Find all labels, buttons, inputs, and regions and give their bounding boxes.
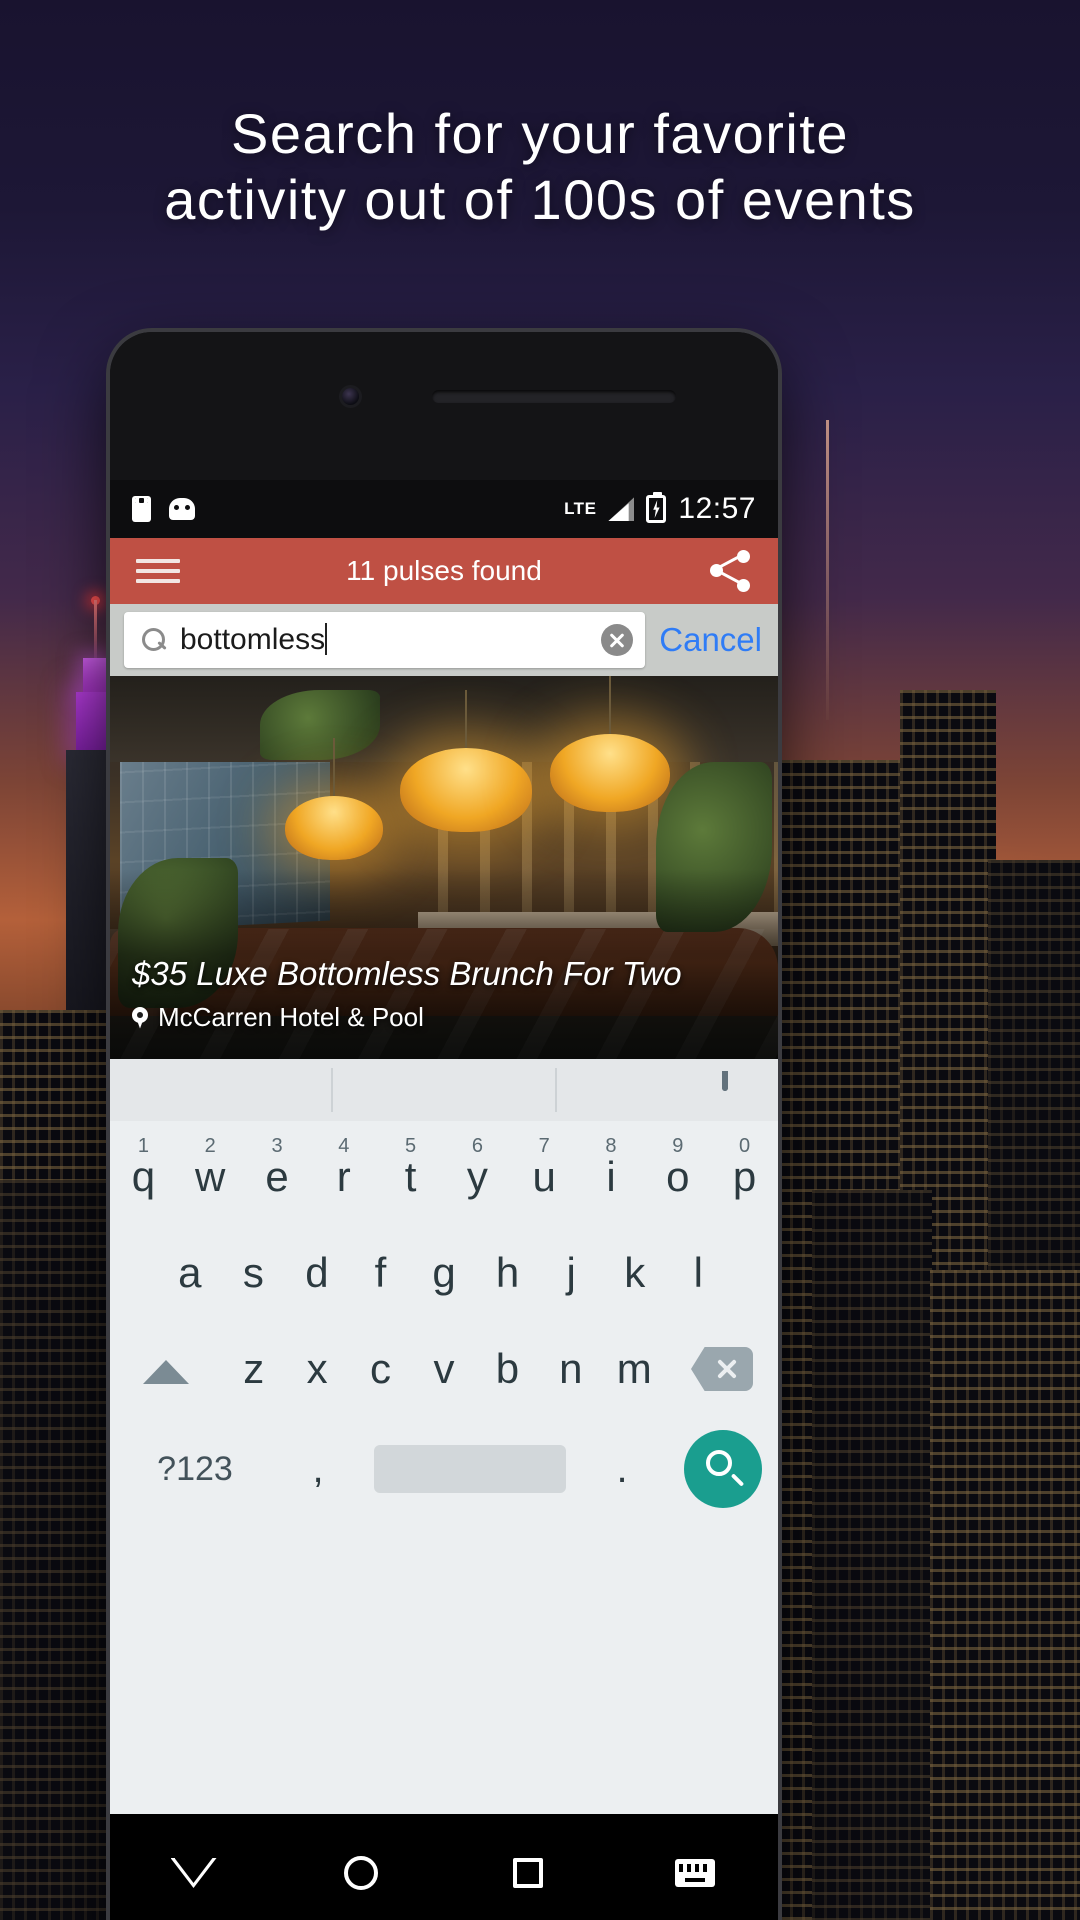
headline-line-1: Search for your favorite [230,102,850,165]
antenna-mast [826,420,829,720]
text-caret [325,623,328,655]
backspace-key-icon[interactable] [666,1347,778,1391]
key-q[interactable]: 1q [110,1135,177,1201]
city-block [812,1190,932,1920]
network-type-label: LTE [564,499,597,518]
home-circle-icon[interactable] [277,1856,444,1890]
key-y[interactable]: 6y [444,1135,511,1201]
key-d[interactable]: d [285,1249,349,1297]
key-f[interactable]: f [349,1249,413,1297]
app-screen: 11 pulses found bottomless Cancel $35 Lu… [110,538,778,1814]
key-number-hint: 3 [271,1135,283,1157]
search-input[interactable]: bottomless [124,612,646,668]
phone-bezel-top [110,332,778,480]
magnifier-icon [142,628,166,652]
android-robot-icon [169,498,195,520]
battery-charging-icon [646,492,667,523]
key-number-hint: 0 [739,1135,751,1157]
key-w[interactable]: 2w [177,1135,244,1201]
key-number-hint: 7 [538,1135,550,1157]
microphone-icon[interactable] [722,1071,748,1109]
event-result-card[interactable]: $35 Luxe Bottomless Brunch For Two McCar… [110,676,778,1059]
key-number-hint: 8 [605,1135,617,1157]
key-t[interactable]: 5t [377,1135,444,1201]
keyboard-row-3: zxcvbnm [110,1321,778,1417]
key-m[interactable]: m [603,1345,666,1393]
space-key[interactable] [374,1445,566,1493]
status-bar: LTE 12:57 [110,480,778,538]
key-e[interactable]: 3e [244,1135,311,1201]
promo-headline: Search for your favorite activity out of… [0,104,1080,230]
search-input-value: bottomless [180,623,326,656]
back-triangle-icon[interactable] [110,1858,277,1888]
city-block [0,1180,118,1920]
key-c[interactable]: c [349,1345,412,1393]
search-key-icon[interactable] [684,1430,762,1508]
key-number-hint: 4 [338,1135,350,1157]
clear-circle-icon[interactable] [601,624,634,656]
key-k[interactable]: k [603,1249,667,1297]
key-i[interactable]: 8i [578,1135,645,1201]
key-p[interactable]: 0p [711,1135,778,1201]
keyboard-row-2: asdfghjkl [110,1225,778,1321]
signal-bars-icon [608,497,635,521]
hide-keyboard-icon[interactable] [611,1859,778,1887]
headline-line-2: activity out of 100s of events [164,167,916,231]
key-r[interactable]: 4r [310,1135,377,1201]
period-key[interactable]: . [574,1447,670,1492]
key-u[interactable]: 7u [511,1135,578,1201]
key-number-hint: 9 [672,1135,684,1157]
share-icon[interactable] [708,549,752,593]
shift-key-icon[interactable] [110,1343,222,1395]
android-nav-bar [110,1814,778,1920]
key-b[interactable]: b [476,1345,539,1393]
on-screen-keyboard: 1q2w3e4r5t6y7u8i9o0p asdfghjkl zxcvbnm ?… [110,1059,778,1814]
recents-square-icon[interactable] [444,1858,611,1888]
key-s[interactable]: s [222,1249,286,1297]
map-pin-icon [132,1006,148,1029]
key-x[interactable]: x [285,1345,348,1393]
sim-card-icon [132,496,151,522]
key-number-hint: 6 [471,1135,483,1157]
event-title: $35 Luxe Bottomless Brunch For Two [132,954,682,992]
key-number-hint: 1 [137,1135,149,1157]
key-g[interactable]: g [412,1249,476,1297]
event-venue-label: McCarren Hotel & Pool [158,1002,424,1032]
phone-mockup: LTE 12:57 11 pulses found bottomless Can… [110,332,778,1920]
earpiece-speaker [432,390,676,403]
app-toolbar: 11 pulses found [110,538,778,604]
key-number-hint: 2 [204,1135,216,1157]
key-j[interactable]: j [539,1249,603,1297]
key-a[interactable]: a [158,1249,222,1297]
cancel-button[interactable]: Cancel [655,621,768,659]
key-o[interactable]: 9o [644,1135,711,1201]
city-block [930,1270,1080,1920]
key-v[interactable]: v [412,1345,475,1393]
comma-key[interactable]: , [270,1447,366,1492]
symbols-key[interactable]: ?123 [120,1450,270,1489]
event-venue-row: McCarren Hotel & Pool [132,1002,762,1033]
key-z[interactable]: z [222,1345,285,1393]
key-number-hint: 5 [405,1135,417,1157]
front-camera-icon [342,388,359,405]
key-l[interactable]: l [666,1249,730,1297]
key-n[interactable]: n [539,1345,602,1393]
toolbar-title: 11 pulses found [346,555,542,586]
key-h[interactable]: h [476,1249,540,1297]
keyboard-row-1: 1q2w3e4r5t6y7u8i9o0p [110,1129,778,1225]
search-bar-row: bottomless Cancel [110,604,778,676]
keyboard-row-4: ?123 , . [110,1417,778,1521]
hamburger-menu-icon[interactable] [136,559,180,583]
status-clock: 12:57 [678,492,756,525]
suggestion-strip[interactable] [110,1059,778,1121]
